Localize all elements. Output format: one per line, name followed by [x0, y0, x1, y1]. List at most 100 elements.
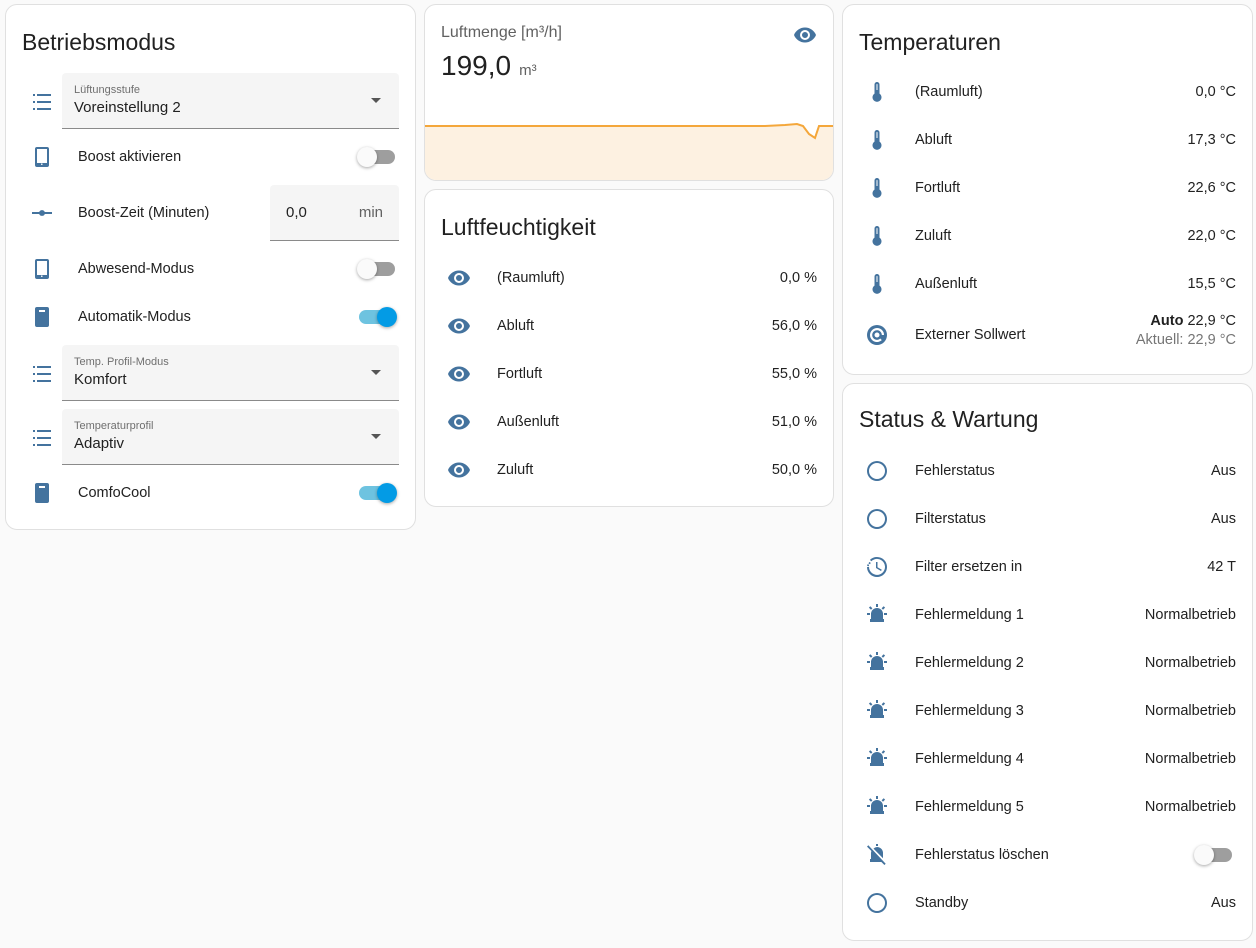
luftfeuchtigkeit-card: Luftfeuchtigkeit (Raumluft) 0,0 % Abluft 56…	[424, 189, 834, 507]
temperature-row[interactable]: Abluft 17,3 °C	[843, 116, 1252, 164]
temperaturen-card: Temperaturen (Raumluft) 0,0 °C Abluft 17,3 …	[842, 4, 1253, 375]
sensor-unit: m³	[519, 62, 537, 79]
loeschen-row: Fehlerstatus löschen	[843, 831, 1252, 879]
humidity-label: (Raumluft)	[497, 270, 565, 286]
select-label: Temperaturprofil	[74, 420, 154, 432]
eye-icon	[445, 456, 473, 484]
temperature-value: 17,3 °C	[1187, 132, 1236, 148]
status-row[interactable]: Fehlermeldung 3 Normalbetrieb	[843, 687, 1252, 735]
temperature-label: Außenluft	[915, 276, 978, 292]
humidity-value: 56,0 %	[771, 318, 817, 334]
automatik-toggle[interactable]	[359, 307, 397, 327]
toggle-knob	[357, 147, 377, 167]
betriebsmodus-card: Betriebsmodus Lüftungsstufe Voreinstellu…	[5, 4, 416, 530]
humidity-row[interactable]: (Raumluft) 0,0 %	[425, 254, 833, 302]
alarm-light-icon	[863, 601, 891, 629]
card-title: Status & Wartung	[859, 406, 1039, 432]
select-value: Komfort	[74, 371, 127, 388]
toggle-knob	[1194, 845, 1214, 865]
temperature-row[interactable]: Fortluft 22,6 °C	[843, 164, 1252, 212]
thermostat-icon	[863, 321, 891, 349]
status-card: Status & Wartung Fehlerstatus Aus Filterst…	[842, 383, 1253, 941]
eye-icon	[445, 312, 473, 340]
humidity-value: 55,0 %	[771, 366, 817, 382]
card-title: Temperaturen	[859, 29, 1001, 55]
chevron-down-icon	[371, 370, 381, 375]
temperature-row[interactable]: (Raumluft) 0,0 °C	[843, 68, 1252, 116]
comfocool-row: ComfoCool	[6, 469, 415, 517]
temperature-value: 22,6 °C	[1187, 180, 1236, 196]
humidity-label: Zuluft	[497, 462, 534, 478]
standby-label: Standby	[915, 895, 969, 911]
status-row[interactable]: Fehlermeldung 4 Normalbetrieb	[843, 735, 1252, 783]
temperature-row[interactable]: Zuluft 22,0 °C	[843, 212, 1252, 260]
humidity-label: Fortluft	[497, 366, 543, 382]
sollwert-label: Externer Sollwert	[915, 327, 1026, 343]
humidity-row[interactable]: Zuluft 50,0 %	[425, 446, 833, 494]
status-row[interactable]: Fehlermeldung 5 Normalbetrieb	[843, 783, 1252, 831]
chevron-down-icon	[371, 98, 381, 103]
humidity-value: 51,0 %	[771, 414, 817, 430]
status-row[interactable]: Filterstatus Aus	[843, 495, 1252, 543]
temp-profil-modus-select[interactable]: Temp. Profil-Modus Komfort	[62, 345, 399, 401]
sollwert-current: Aktuell: 22,9 °C	[1135, 332, 1236, 348]
sollwert-mode: Auto	[1150, 313, 1184, 329]
sollwert-row[interactable]: Externer Sollwert Auto 22,9 °C Aktuell: …	[843, 311, 1252, 359]
status-row[interactable]: Fehlermeldung 1 Normalbetrieb	[843, 591, 1252, 639]
tablet-filled-icon	[28, 479, 56, 507]
comfocool-toggle[interactable]	[359, 483, 397, 503]
card-title: Luftfeuchtigkeit	[441, 214, 596, 240]
select-label: Temp. Profil-Modus	[74, 356, 169, 368]
status-label: Fehlermeldung 1	[915, 607, 1024, 623]
temperature-row[interactable]: Außenluft 15,5 °C	[843, 260, 1252, 308]
toggle-knob	[377, 307, 397, 327]
standby-row[interactable]: Standby Aus	[843, 879, 1252, 927]
circle-outline-icon	[863, 505, 891, 533]
abwesend-label: Abwesend-Modus	[78, 261, 195, 277]
alarm-light-icon	[863, 649, 891, 677]
boost-zeit-unit: min	[358, 204, 383, 221]
boost-toggle[interactable]	[357, 147, 395, 167]
standby-value: Aus	[1211, 895, 1236, 911]
toggle-knob	[377, 483, 397, 503]
eye-icon	[445, 408, 473, 436]
humidity-row[interactable]: Außenluft 51,0 %	[425, 398, 833, 446]
lueftungsstufe-select[interactable]: Lüftungsstufe Voreinstellung 2	[62, 73, 399, 129]
boost-zeit-label: Boost-Zeit (Minuten)	[78, 205, 210, 221]
status-row[interactable]: Fehlermeldung 2 Normalbetrieb	[843, 639, 1252, 687]
humidity-value: 50,0 %	[771, 462, 817, 478]
status-row[interactable]: Filter ersetzen in 42 T	[843, 543, 1252, 591]
loeschen-toggle[interactable]	[1194, 845, 1232, 865]
temperature-value: 15,5 °C	[1187, 276, 1236, 292]
status-value: Normalbetrieb	[1144, 751, 1236, 767]
abwesend-toggle[interactable]	[357, 259, 395, 279]
boost-row: Boost aktivieren	[6, 133, 415, 181]
boost-zeit-input[interactable]: 0,0 min	[270, 185, 399, 241]
history-graph	[425, 122, 833, 180]
luftmenge-card[interactable]: Luftmenge [m³/h] 199,0 m³	[424, 4, 834, 181]
toggle-knob	[357, 259, 377, 279]
sensor-value: 199,0	[441, 50, 512, 81]
humidity-row[interactable]: Abluft 56,0 %	[425, 302, 833, 350]
sollwert-target: Auto 22,9 °C	[1136, 313, 1236, 329]
status-label: Fehlermeldung 4	[915, 751, 1024, 767]
status-value: Normalbetrieb	[1144, 799, 1236, 815]
humidity-value: 0,0 %	[779, 270, 817, 286]
status-label: Fehlermeldung 2	[915, 655, 1024, 671]
humidity-label: Abluft	[497, 318, 535, 334]
alarm-light-icon	[863, 745, 891, 773]
status-row[interactable]: Fehlerstatus Aus	[843, 447, 1252, 495]
list-icon	[28, 424, 56, 452]
list-icon	[28, 88, 56, 116]
status-label: Fehlerstatus	[915, 463, 995, 479]
eye-icon	[793, 23, 817, 47]
status-value: Aus	[1211, 463, 1236, 479]
temperaturprofil-select[interactable]: Temperaturprofil Adaptiv	[62, 409, 399, 465]
boost-label: Boost aktivieren	[78, 149, 182, 165]
select-value: Voreinstellung 2	[74, 99, 181, 116]
humidity-row[interactable]: Fortluft 55,0 %	[425, 350, 833, 398]
sensor-state: 199,0 m³	[441, 50, 537, 82]
temperature-label: Zuluft	[915, 228, 952, 244]
temperature-value: 22,0 °C	[1187, 228, 1236, 244]
sensor-name: Luftmenge [m³/h]	[441, 24, 562, 41]
